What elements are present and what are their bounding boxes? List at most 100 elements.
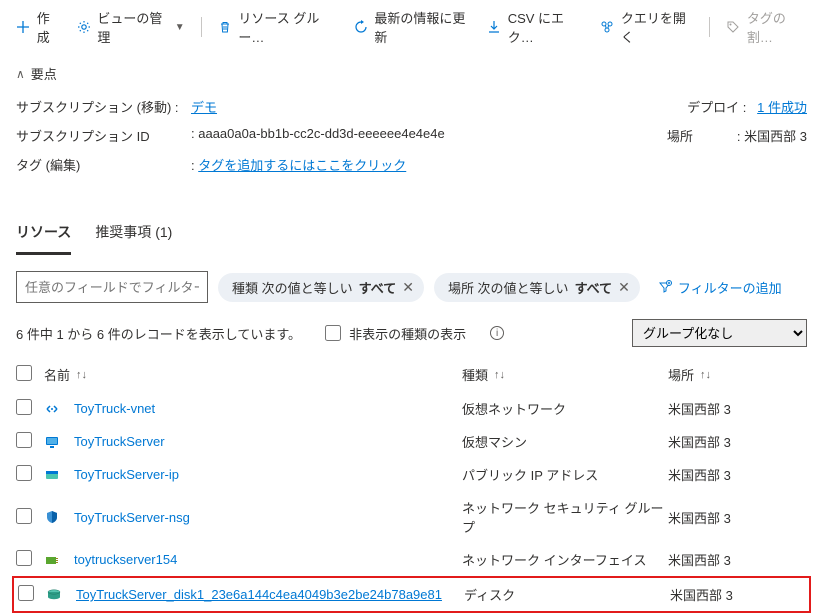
- resource-location: 米国西部 3: [668, 465, 798, 484]
- row-checkbox[interactable]: [16, 550, 32, 566]
- deploy-link[interactable]: 1 件成功: [757, 100, 807, 115]
- essentials-header-label: 要点: [31, 64, 57, 83]
- filter-pill-type[interactable]: 種類 次の値と等しい すべて ✕: [218, 273, 424, 302]
- tab-recommendations[interactable]: 推奨事項 (1): [95, 214, 172, 255]
- table-row: ToyTruckServer仮想マシン米国西部 3: [16, 425, 807, 458]
- table-row: ToyTruck-vnet 仮想ネットワーク米国西部 3: [16, 392, 807, 425]
- chevron-up-icon: ∧: [16, 67, 25, 81]
- essentials-panel: サブスクリプション (移動) : デモ デプロイ : 1 件成功 サブスクリプシ…: [0, 93, 823, 200]
- resource-icon: [46, 587, 62, 603]
- refresh-icon: [354, 19, 369, 35]
- col-header-type[interactable]: 種類 ↑↓: [462, 365, 668, 384]
- status-row: 6 件中 1 から 6 件のレコードを表示しています。 非表示の種類の表示 i …: [0, 319, 823, 357]
- grouping-select[interactable]: グループ化なし: [632, 319, 807, 347]
- export-csv-label: CSV にエク…: [508, 8, 584, 46]
- delete-button[interactable]: リソース グルー…: [218, 8, 338, 46]
- close-icon[interactable]: ✕: [402, 279, 414, 296]
- subscription-link[interactable]: デモ: [191, 100, 217, 115]
- essentials-toggle[interactable]: ∧ 要点: [0, 54, 823, 93]
- resource-location: 米国西部 3: [668, 550, 798, 569]
- refresh-button[interactable]: 最新の情報に更新: [354, 8, 471, 46]
- create-label: 作成: [37, 8, 61, 46]
- table-row: ToyTruckServer-ip パブリック IP アドレス米国西部 3: [16, 458, 807, 491]
- show-hidden-types[interactable]: 非表示の種類の表示: [325, 324, 466, 343]
- filter-bar: 種類 次の値と等しい すべて ✕ 場所 次の値と等しい すべて ✕ フィルターの…: [0, 255, 823, 319]
- assign-tags-button[interactable]: タグの割…: [726, 8, 807, 46]
- filter-location-value: すべて: [575, 278, 613, 297]
- resource-link[interactable]: ToyTruck-vnet: [74, 401, 155, 416]
- resource-type: ネットワーク インターフェイス: [462, 550, 668, 569]
- resource-link[interactable]: ToyTruckServer-ip: [74, 467, 179, 482]
- resource-type: ネットワーク セキュリティ グループ: [462, 498, 668, 536]
- grouping-select-wrapper: グループ化なし: [632, 319, 807, 347]
- subscription-id-label: サブスクリプション ID: [16, 126, 191, 145]
- row-checkbox[interactable]: [18, 585, 34, 601]
- deploy-label: デプロイ :: [687, 97, 747, 116]
- export-csv-button[interactable]: CSV にエク…: [487, 8, 584, 46]
- select-all-checkbox[interactable]: [16, 365, 32, 381]
- toolbar: 作成 ビューの管理 ▼ リソース グルー… 最新の情報に更新 CSV にエク… …: [0, 0, 823, 54]
- query-icon: [600, 19, 615, 35]
- chevron-down-icon: ▼: [175, 22, 185, 33]
- row-checkbox[interactable]: [16, 508, 32, 524]
- tab-resources[interactable]: リソース: [16, 214, 71, 255]
- create-button[interactable]: 作成: [16, 8, 61, 46]
- table-header: 名前 ↑↓ 種類 ↑↓ 場所 ↑↓: [16, 357, 807, 392]
- resource-link[interactable]: toytruckserver154: [74, 552, 177, 567]
- filter-type-label: 種類 次の値と等しい: [232, 278, 353, 297]
- sort-icon: ↑↓: [494, 369, 505, 381]
- plus-icon: [16, 19, 31, 35]
- col-header-name[interactable]: 名前 ↑↓: [44, 365, 462, 384]
- row-checkbox[interactable]: [16, 432, 32, 448]
- filter-add-icon: [658, 280, 672, 294]
- tabs: リソース 推奨事項 (1): [0, 214, 823, 255]
- open-query-button[interactable]: クエリを開く: [600, 8, 693, 46]
- table-row: ToyTruckServer_disk1_23e6a144c4ea4049b3e…: [12, 576, 811, 613]
- assign-tags-label: タグの割…: [747, 8, 807, 46]
- table-row: ToyTruckServer-nsg ネットワーク セキュリティ グループ米国西部…: [16, 491, 807, 543]
- subscription-move-label: サブスクリプション (移動) :: [16, 97, 191, 116]
- divider: [201, 17, 202, 37]
- subscription-id-value: aaaa0a0a-bb1b-cc2c-dd3d-eeeeee4e4e4e: [198, 126, 445, 141]
- resource-type: 仮想ネットワーク: [462, 399, 668, 418]
- resources-table: 名前 ↑↓ 種類 ↑↓ 場所 ↑↓ ToyTruck-vnet仮想ネットワーク米…: [0, 357, 823, 613]
- filter-location-label: 場所 次の値と等しい: [448, 278, 569, 297]
- location-label: 場所: [667, 126, 727, 145]
- delete-label: リソース グルー…: [238, 8, 337, 46]
- resource-icon: [44, 467, 60, 483]
- row-checkbox[interactable]: [16, 465, 32, 481]
- add-filter-label: フィルターの追加: [678, 278, 782, 297]
- close-icon[interactable]: ✕: [618, 279, 630, 296]
- show-hidden-label: 非表示の種類の表示: [349, 324, 466, 343]
- add-filter-button[interactable]: フィルターの追加: [650, 274, 790, 301]
- resource-type: 仮想マシン: [462, 432, 668, 451]
- record-count-text: 6 件中 1 から 6 件のレコードを表示しています。: [16, 324, 301, 343]
- row-checkbox[interactable]: [16, 399, 32, 415]
- resource-icon: [44, 434, 60, 450]
- show-hidden-checkbox[interactable]: [325, 325, 341, 341]
- resource-icon: [44, 401, 60, 417]
- location-value: 米国西部 3: [744, 129, 807, 144]
- resource-type: ディスク: [464, 585, 670, 604]
- filter-type-value: すべて: [359, 278, 397, 297]
- gear-icon: [77, 19, 92, 35]
- resource-type: パブリック IP アドレス: [462, 465, 668, 484]
- refresh-label: 最新の情報に更新: [374, 8, 470, 46]
- resource-icon: [44, 509, 60, 525]
- col-header-location[interactable]: 場所 ↑↓: [668, 365, 798, 384]
- resource-link[interactable]: ToyTruckServer_disk1_23e6a144c4ea4049b3e…: [76, 587, 442, 602]
- tags-label: タグ (編集): [16, 155, 191, 174]
- sort-icon: ↑↓: [700, 369, 711, 381]
- filter-input[interactable]: [16, 271, 208, 303]
- info-icon[interactable]: i: [490, 326, 504, 340]
- tags-add-link[interactable]: タグを追加するにはここをクリック: [198, 158, 406, 173]
- resource-location: 米国西部 3: [668, 508, 798, 527]
- divider: [709, 17, 710, 37]
- tag-icon: [726, 19, 741, 35]
- resource-link[interactable]: ToyTruckServer-nsg: [74, 510, 190, 525]
- resource-location: 米国西部 3: [668, 399, 798, 418]
- manage-view-button[interactable]: ビューの管理 ▼: [77, 8, 185, 46]
- manage-view-label: ビューの管理: [97, 8, 168, 46]
- filter-pill-location[interactable]: 場所 次の値と等しい すべて ✕: [434, 273, 640, 302]
- resource-link[interactable]: ToyTruckServer: [74, 434, 165, 449]
